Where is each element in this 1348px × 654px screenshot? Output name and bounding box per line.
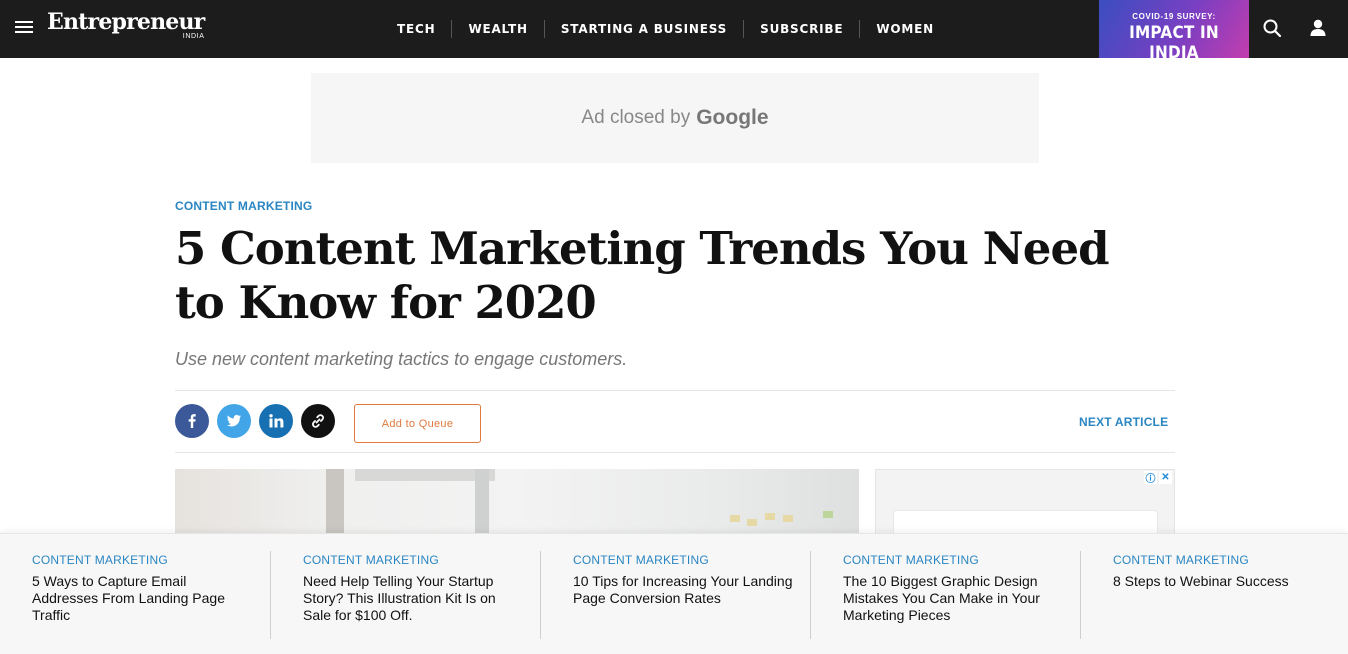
menu-icon[interactable] <box>15 20 33 34</box>
related-article-category[interactable]: CONTENT MARKETING <box>1113 553 1334 567</box>
copy-link-button[interactable] <box>301 404 335 438</box>
search-icon[interactable] <box>1261 17 1283 39</box>
related-article-title[interactable]: The 10 Biggest Graphic Design Mistakes Y… <box>843 573 1064 624</box>
related-article-title[interactable]: 5 Ways to Capture Email Addresses From L… <box>32 573 254 624</box>
divider <box>175 452 1175 453</box>
related-article[interactable]: CONTENT MARKETING 5 Ways to Capture Emai… <box>0 551 270 639</box>
nav-item-starting-a-business[interactable]: STARTING A BUSINESS <box>545 20 745 38</box>
article-title: 5 Content Marketing Trends You Need to K… <box>175 222 1110 329</box>
nav-item-women[interactable]: WOMEN <box>860 20 950 38</box>
logo-text: Entrepreneur <box>47 9 205 35</box>
twitter-icon <box>227 414 241 427</box>
top-nav-bar: Entrepreneur INDIA TECH WEALTH STARTING … <box>0 0 1348 63</box>
article-subtitle: Use new content marketing tactics to eng… <box>175 349 628 369</box>
facebook-share-button[interactable] <box>175 404 209 438</box>
promo-title: IMPACT IN INDIA <box>1129 23 1219 63</box>
linkedin-share-button[interactable] <box>259 404 293 438</box>
related-article-title[interactable]: 8 Steps to Webinar Success <box>1113 573 1334 590</box>
linkedin-icon <box>269 414 284 428</box>
related-article-title[interactable]: Need Help Telling Your Startup Story? Th… <box>303 573 524 624</box>
related-article-category[interactable]: CONTENT MARKETING <box>303 553 524 567</box>
close-icon[interactable]: ✕ <box>1159 471 1172 484</box>
nav-item-subscribe[interactable]: SUBSCRIBE <box>744 20 861 38</box>
facebook-icon <box>188 414 196 428</box>
related-article-category[interactable]: CONTENT MARKETING <box>573 553 794 567</box>
next-article-link[interactable]: NEXT ARTICLE <box>1079 415 1168 429</box>
related-article[interactable]: CONTENT MARKETING The 10 Biggest Graphic… <box>810 551 1080 639</box>
ad-choices[interactable]: ⓘ ✕ <box>1144 471 1172 485</box>
related-articles-bar: CONTENT MARKETING 5 Ways to Capture Emai… <box>0 533 1348 654</box>
site-logo[interactable]: Entrepreneur INDIA <box>47 9 205 40</box>
related-article[interactable]: CONTENT MARKETING 10 Tips for Increasing… <box>540 551 810 639</box>
logo-edition: INDIA <box>182 33 205 40</box>
add-to-queue-button[interactable]: Add to Queue <box>354 404 481 443</box>
covid-survey-banner[interactable]: COVID-19 SURVEY: IMPACT IN INDIA <box>1099 0 1249 63</box>
user-icon[interactable] <box>1307 17 1329 39</box>
related-article[interactable]: CONTENT MARKETING 8 Steps to Webinar Suc… <box>1080 551 1348 639</box>
promo-kicker: COVID-19 SURVEY: <box>1132 12 1216 21</box>
ad-slot-closed: Ad closed by Google <box>311 73 1039 163</box>
info-icon[interactable]: ⓘ <box>1144 471 1157 485</box>
twitter-share-button[interactable] <box>217 404 251 438</box>
article-category[interactable]: CONTENT MARKETING <box>175 199 312 213</box>
nav-item-wealth[interactable]: WEALTH <box>452 20 545 38</box>
divider <box>175 390 1175 391</box>
main-nav: TECH WEALTH STARTING A BUSINESS SUBSCRIB… <box>381 0 950 58</box>
ad-closed-text: Ad closed by <box>581 107 691 128</box>
nav-item-tech[interactable]: TECH <box>381 20 453 38</box>
ad-brand: Google <box>696 106 769 129</box>
link-icon <box>312 414 324 428</box>
related-article-category[interactable]: CONTENT MARKETING <box>32 553 254 567</box>
related-article-title[interactable]: 10 Tips for Increasing Your Landing Page… <box>573 573 794 607</box>
related-article-category[interactable]: CONTENT MARKETING <box>843 553 1064 567</box>
related-article[interactable]: CONTENT MARKETING Need Help Telling Your… <box>270 551 540 639</box>
